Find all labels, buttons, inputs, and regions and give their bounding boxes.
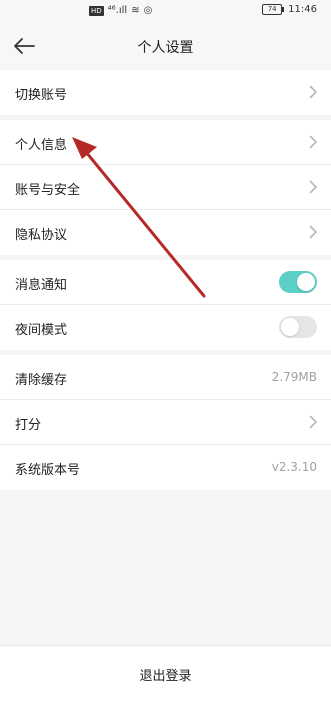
chevron-right-icon (309, 85, 318, 99)
toggle-knob (281, 318, 299, 336)
row-label: 消息通知 (15, 278, 68, 293)
chevron-right-icon (309, 135, 318, 149)
header-bar: 个人设置 (0, 24, 331, 68)
cache-size-value: 2.79MB (271, 370, 317, 384)
row-privacy-policy[interactable]: 隐私协议 (0, 210, 331, 255)
row-switch-account[interactable]: 切换账号 (0, 70, 331, 115)
version-value: v2.3.10 (271, 460, 317, 474)
status-time: 11:46 (288, 4, 317, 15)
row-label: 系统版本号 (15, 463, 81, 478)
row-notifications: 消息通知 (0, 260, 331, 305)
settings-group-account: 切换账号 (0, 70, 331, 115)
night-mode-toggle[interactable] (279, 316, 317, 338)
row-label: 清除缓存 (15, 373, 68, 388)
chevron-right-icon (309, 415, 318, 429)
logout-button[interactable]: 退出登录 (0, 645, 331, 701)
row-label: 切换账号 (15, 88, 68, 103)
row-night-mode: 夜间模式 (0, 305, 331, 350)
status-indicators: HD ⁴⁶.ıll ≋ ◎ (89, 5, 152, 16)
row-personal-info[interactable]: 个人信息 (0, 120, 331, 165)
settings-group-profile: 个人信息 账号与安全 隐私协议 (0, 120, 331, 255)
row-clear-cache[interactable]: 清除缓存 2.79MB (0, 355, 331, 400)
row-label: 夜间模式 (15, 323, 68, 338)
chevron-right-icon (309, 180, 318, 194)
logout-label: 退出登录 (139, 669, 192, 684)
toggle-knob (297, 273, 315, 291)
page-title: 个人设置 (137, 40, 194, 56)
settings-group-preferences: 消息通知 夜间模式 (0, 260, 331, 350)
row-version: 系统版本号 v2.3.10 (0, 445, 331, 490)
signal-icon: ⁴⁶.ıll (107, 5, 128, 16)
row-account-security[interactable]: 账号与安全 (0, 165, 331, 210)
row-label: 隐私协议 (15, 228, 68, 243)
settings-group-system: 清除缓存 2.79MB 打分 系统版本号 v2.3.10 (0, 355, 331, 490)
chevron-right-icon (309, 225, 318, 239)
status-right: 74 11:46 (262, 4, 317, 15)
row-label: 个人信息 (15, 138, 68, 153)
location-icon: ◎ (143, 5, 153, 16)
notifications-toggle[interactable] (279, 271, 317, 293)
battery-level: 74 (267, 5, 277, 13)
status-bar: HD ⁴⁶.ıll ≋ ◎ 74 11:46 (0, 0, 331, 24)
wifi-icon: ≋ (131, 5, 140, 16)
battery-icon: 74 (262, 4, 285, 15)
hd-icon: HD (89, 5, 104, 16)
row-rate[interactable]: 打分 (0, 400, 331, 445)
row-label: 账号与安全 (15, 183, 81, 198)
row-label: 打分 (15, 418, 42, 433)
